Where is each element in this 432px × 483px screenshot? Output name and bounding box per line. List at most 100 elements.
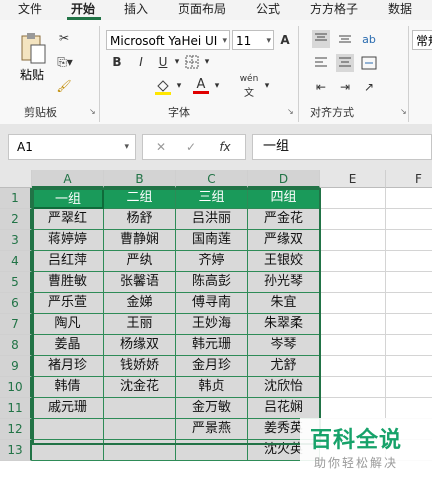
- grid-cell[interactable]: 尤舒: [248, 356, 320, 377]
- grid-cell[interactable]: 孙光琴: [248, 272, 320, 293]
- row-header[interactable]: 13: [0, 440, 32, 461]
- row-header[interactable]: 7: [0, 314, 32, 335]
- column-header[interactable]: B: [104, 170, 176, 188]
- underline-button[interactable]: U: [156, 54, 170, 70]
- grid-cell[interactable]: [386, 377, 432, 398]
- align-left-icon[interactable]: [312, 54, 330, 72]
- column-header[interactable]: A: [32, 170, 104, 188]
- grid-cell[interactable]: 二组: [104, 188, 176, 209]
- tab-fangfang[interactable]: 方方格子: [310, 0, 358, 20]
- orientation-icon[interactable]: ↗: [360, 78, 378, 96]
- grid-cell[interactable]: [386, 230, 432, 251]
- tab-formulas[interactable]: 公式: [256, 0, 280, 20]
- grid-cell[interactable]: 严翠红: [32, 209, 104, 230]
- grid-cell[interactable]: [320, 377, 386, 398]
- grid-cell[interactable]: [320, 293, 386, 314]
- cut-icon[interactable]: ✂: [56, 30, 72, 46]
- grid-cell[interactable]: 王丽: [104, 314, 176, 335]
- tab-insert[interactable]: 插入: [124, 0, 148, 20]
- grid-cell[interactable]: 张馨语: [104, 272, 176, 293]
- grid-cell[interactable]: [386, 251, 432, 272]
- chevron-down-icon[interactable]: ▾: [212, 78, 222, 94]
- grid-cell[interactable]: 吕红萍: [32, 251, 104, 272]
- row-header[interactable]: 10: [0, 377, 32, 398]
- grid-cell[interactable]: [320, 314, 386, 335]
- border-icon[interactable]: [184, 54, 200, 70]
- chevron-down-icon[interactable]: ▾: [262, 78, 272, 94]
- number-format-select[interactable]: 常规: [412, 30, 432, 50]
- grid-cell[interactable]: 曹静娴: [104, 230, 176, 251]
- row-header[interactable]: 11: [0, 398, 32, 419]
- grid-cell[interactable]: [104, 419, 176, 440]
- grid-cell[interactable]: [386, 314, 432, 335]
- grid-cell[interactable]: 严缘双: [248, 230, 320, 251]
- grid-cell[interactable]: 姜晶: [32, 335, 104, 356]
- clipboard-launcher-icon[interactable]: ↘: [89, 108, 97, 116]
- copy-icon[interactable]: ⎘▾: [54, 54, 76, 70]
- chevron-down-icon[interactable]: ▾: [172, 54, 182, 70]
- align-center-icon[interactable]: [336, 54, 354, 72]
- grid-cell[interactable]: 金月珍: [176, 356, 248, 377]
- active-cell[interactable]: 一组: [32, 188, 104, 209]
- row-header[interactable]: 1: [0, 188, 32, 209]
- grid-cell[interactable]: 傅寻南: [176, 293, 248, 314]
- tab-data[interactable]: 数据: [388, 0, 412, 20]
- grid-cell[interactable]: [386, 293, 432, 314]
- increase-indent-icon[interactable]: ⇥: [336, 78, 354, 96]
- grid-cell[interactable]: 韩倩: [32, 377, 104, 398]
- name-box[interactable]: A1 ▾: [8, 134, 136, 160]
- grid-cell[interactable]: 吕洪丽: [176, 209, 248, 230]
- grid-cell[interactable]: 沈欣怡: [248, 377, 320, 398]
- grid-cell[interactable]: [386, 356, 432, 377]
- grid-cell[interactable]: [320, 230, 386, 251]
- grid-cell[interactable]: 戚元珊: [32, 398, 104, 419]
- grid-cell[interactable]: 韩贞: [176, 377, 248, 398]
- bold-button[interactable]: B: [110, 54, 124, 70]
- grid-cell[interactable]: [320, 209, 386, 230]
- row-header[interactable]: 5: [0, 272, 32, 293]
- grow-font-icon[interactable]: A: [278, 32, 292, 48]
- font-name-select[interactable]: Microsoft YaHei UI ▾: [106, 30, 230, 50]
- grid-cell[interactable]: [320, 335, 386, 356]
- grid-cell[interactable]: 四组: [248, 188, 320, 209]
- grid-cell[interactable]: 韩元珊: [176, 335, 248, 356]
- insert-function-icon[interactable]: fx: [213, 139, 237, 155]
- column-header[interactable]: D: [248, 170, 320, 188]
- grid-cell[interactable]: [32, 440, 104, 461]
- fill-color-icon[interactable]: [154, 78, 172, 96]
- grid-cell[interactable]: [320, 356, 386, 377]
- grid-cell[interactable]: [386, 272, 432, 293]
- grid-cell[interactable]: [176, 440, 248, 461]
- grid-cell[interactable]: 三组: [176, 188, 248, 209]
- grid-cell[interactable]: 严乐萱: [32, 293, 104, 314]
- grid-cell[interactable]: [320, 251, 386, 272]
- font-color-icon[interactable]: A: [192, 76, 210, 96]
- grid-cell[interactable]: 曹胜敏: [32, 272, 104, 293]
- cancel-icon[interactable]: ✕: [153, 139, 169, 155]
- grid-cell[interactable]: 金娣: [104, 293, 176, 314]
- grid-cell[interactable]: 严景燕: [176, 419, 248, 440]
- font-launcher-icon[interactable]: ↘: [287, 108, 295, 116]
- grid-cell[interactable]: [320, 398, 386, 419]
- decrease-indent-icon[interactable]: ⇤: [312, 78, 330, 96]
- grid-cell[interactable]: 吕花娴: [248, 398, 320, 419]
- grid-cell[interactable]: 严纨: [104, 251, 176, 272]
- grid-cell[interactable]: 朱翠柔: [248, 314, 320, 335]
- italic-button[interactable]: I: [134, 54, 148, 70]
- row-header[interactable]: 12: [0, 419, 32, 440]
- grid-cell[interactable]: 岑琴: [248, 335, 320, 356]
- column-header[interactable]: E: [320, 170, 386, 188]
- grid-cell[interactable]: 钱娇娇: [104, 356, 176, 377]
- chevron-down-icon[interactable]: ▾: [174, 78, 184, 94]
- tab-file[interactable]: 文件: [18, 0, 42, 20]
- grid-cell[interactable]: [104, 440, 176, 461]
- grid-cell[interactable]: 沈金花: [104, 377, 176, 398]
- align-middle-icon[interactable]: [336, 30, 354, 48]
- row-header[interactable]: 3: [0, 230, 32, 251]
- grid-cell[interactable]: 金万敏: [176, 398, 248, 419]
- grid-cell[interactable]: 严金花: [248, 209, 320, 230]
- grid-cell[interactable]: [386, 335, 432, 356]
- grid-cell[interactable]: [320, 188, 386, 209]
- column-header[interactable]: C: [176, 170, 248, 188]
- grid-cell[interactable]: 蒋婷婷: [32, 230, 104, 251]
